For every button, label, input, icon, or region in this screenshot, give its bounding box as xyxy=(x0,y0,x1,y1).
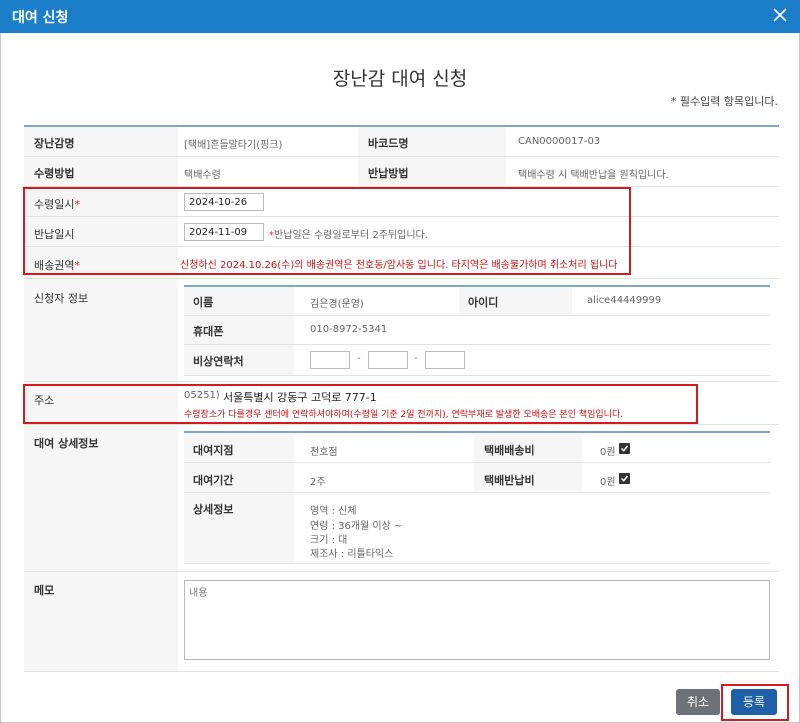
memo-textarea[interactable] xyxy=(184,580,770,660)
dash-separator: - xyxy=(414,353,418,364)
toy-name-label: 장난감명 xyxy=(34,137,75,150)
delivery-fee-value: 0원 xyxy=(600,447,616,458)
barcode-value: CAN0000017-03 xyxy=(518,136,601,147)
row-divider xyxy=(184,344,770,345)
detail-area: 영역 : 신체 xyxy=(310,506,357,517)
applicant-section-label: 신청자 정보 xyxy=(34,292,89,305)
row-divider xyxy=(24,381,779,382)
receive-method-label: 수령방법 xyxy=(34,167,75,180)
required-note: * 필수입력 항목입니다. xyxy=(670,95,778,108)
branch-value: 천호점 xyxy=(310,447,338,458)
emergency-contact-input-3[interactable] xyxy=(425,351,465,369)
detail-table-top xyxy=(184,431,770,433)
detail-maker: 제조사 : 리틀타익스 xyxy=(310,549,394,560)
id-label: 아이디 xyxy=(468,296,499,309)
highlight-box-submit xyxy=(721,684,789,721)
table-top-border xyxy=(24,125,779,127)
dash-separator: - xyxy=(357,353,361,364)
detail-size: 크기 : 대 xyxy=(310,535,348,546)
close-icon[interactable] xyxy=(770,5,790,25)
page-title: 장난감 대여 신청 xyxy=(332,68,468,90)
row-divider xyxy=(24,671,779,672)
phone-value: 010-8972-5341 xyxy=(310,324,388,335)
name-value: 김은경(운영) xyxy=(310,299,364,310)
id-value: alice44449999 xyxy=(587,295,662,306)
memo-label: 메모 xyxy=(34,584,55,597)
cancel-button[interactable]: 취소 xyxy=(676,689,720,715)
emergency-contact-input-2[interactable] xyxy=(368,351,408,369)
highlight-box-dates xyxy=(23,187,631,275)
period-value: 2주 xyxy=(310,477,326,488)
window-title: 대여 신청 xyxy=(12,10,69,26)
return-fee-checkbox[interactable] xyxy=(619,473,630,484)
row-divider xyxy=(184,492,770,493)
row-divider xyxy=(24,571,779,572)
return-fee-label: 택배반납비 xyxy=(484,474,535,487)
name-label: 이름 xyxy=(193,296,214,309)
emergency-contact-input-1[interactable] xyxy=(310,351,350,369)
row-divider xyxy=(24,424,779,425)
delivery-fee-checkbox[interactable] xyxy=(619,443,630,454)
window-titlebar: 대여 신청 xyxy=(0,0,800,33)
toy-name-value: [택배]흔들말타기(핑크) xyxy=(184,140,283,151)
row-divider xyxy=(184,315,770,316)
delivery-fee-label: 택배배송비 xyxy=(484,444,535,457)
return-fee-value: 0원 xyxy=(600,477,616,488)
phone-label: 휴대폰 xyxy=(193,325,224,338)
receive-method-value: 택배수령 xyxy=(184,170,221,181)
highlight-box-address xyxy=(23,384,698,424)
emergency-label: 비상연락처 xyxy=(193,355,244,368)
return-method-value: 택배수령 시 택배반납을 원칙입니다. xyxy=(518,170,669,181)
detail-age: 연령 : 36개월 이상 ~ xyxy=(310,521,403,532)
rental-detail-section-label: 대여 상세정보 xyxy=(34,437,99,450)
return-method-label: 반납방법 xyxy=(368,167,409,180)
detail-info-label: 상세정보 xyxy=(193,503,234,516)
applicant-table-top xyxy=(184,285,770,287)
barcode-label: 바코드명 xyxy=(368,137,409,150)
row-divider xyxy=(24,156,779,157)
check-icon xyxy=(620,445,629,452)
period-label: 대여기간 xyxy=(193,474,234,487)
row-divider xyxy=(184,462,770,463)
row-divider xyxy=(24,278,779,279)
row-divider xyxy=(184,375,770,376)
row-divider xyxy=(184,563,770,564)
branch-label: 대여지점 xyxy=(193,444,234,457)
check-icon xyxy=(620,475,629,482)
